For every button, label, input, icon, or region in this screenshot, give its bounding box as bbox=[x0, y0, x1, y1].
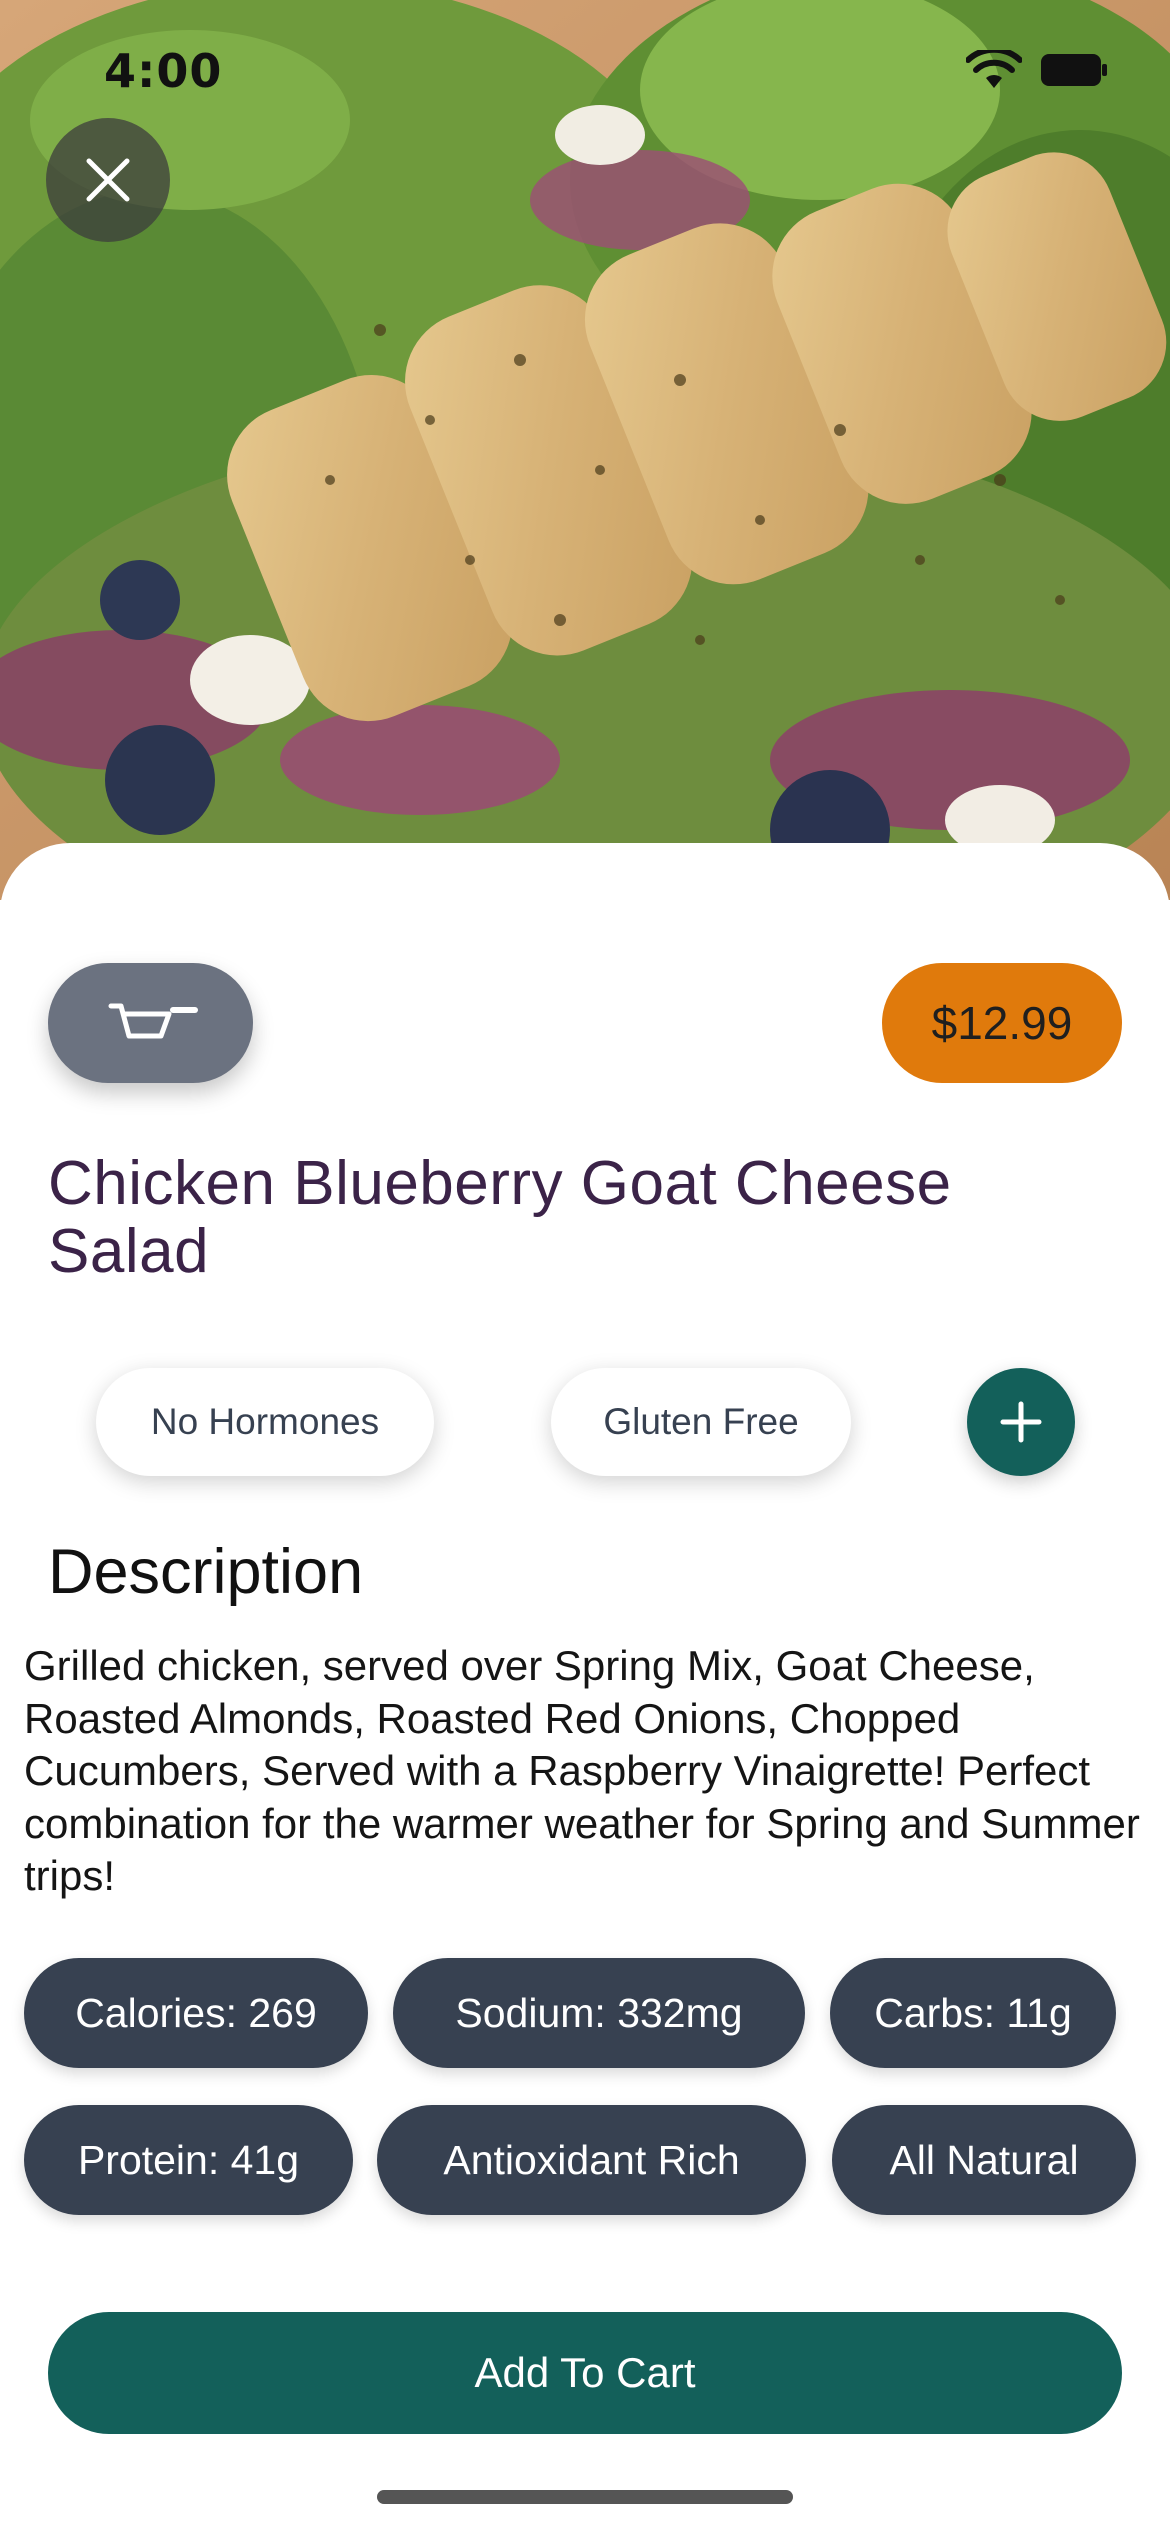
product-title: Chicken Blueberry Goat Cheese Salad bbox=[48, 1149, 952, 1286]
nutrition-chip-protein: Protein: 41g bbox=[24, 2105, 353, 2215]
salad-photo bbox=[0, 0, 1170, 900]
battery-icon bbox=[1041, 54, 1107, 86]
wifi-icon bbox=[966, 50, 1022, 88]
tag-gluten-free: Gluten Free bbox=[551, 1368, 851, 1476]
product-detail-screen: 4:00 $12.99 Chicken Blueberry Goat Chees… bbox=[0, 0, 1170, 2532]
nutrition-chip-calories: Calories: 269 bbox=[24, 1958, 368, 2068]
home-indicator[interactable] bbox=[377, 2490, 793, 2504]
status-time: 4:00 bbox=[104, 44, 223, 98]
nutrition-chip-natural: All Natural bbox=[832, 2105, 1136, 2215]
hero-image bbox=[0, 0, 1170, 900]
close-icon bbox=[86, 158, 130, 202]
nutrition-chip-sodium: Sodium: 332mg bbox=[393, 1958, 805, 2068]
cart-icon bbox=[108, 1003, 198, 1039]
tag-no-hormones: No Hormones bbox=[96, 1368, 434, 1476]
description-heading: Description bbox=[48, 1537, 364, 1607]
price-badge: $12.99 bbox=[882, 963, 1122, 1083]
description-body: Grilled chicken, served over Spring Mix,… bbox=[24, 1642, 1140, 1899]
nutrition-chip-antioxidant: Antioxidant Rich bbox=[377, 2105, 806, 2215]
cart-button[interactable] bbox=[48, 963, 253, 1083]
add-to-cart-button[interactable]: Add To Cart bbox=[48, 2312, 1122, 2434]
status-icons bbox=[966, 50, 1108, 90]
nutrition-chip-carbs: Carbs: 11g bbox=[830, 1958, 1116, 2068]
plus-icon bbox=[1000, 1401, 1042, 1443]
close-button[interactable] bbox=[46, 118, 170, 242]
add-tag-button[interactable] bbox=[967, 1368, 1075, 1476]
